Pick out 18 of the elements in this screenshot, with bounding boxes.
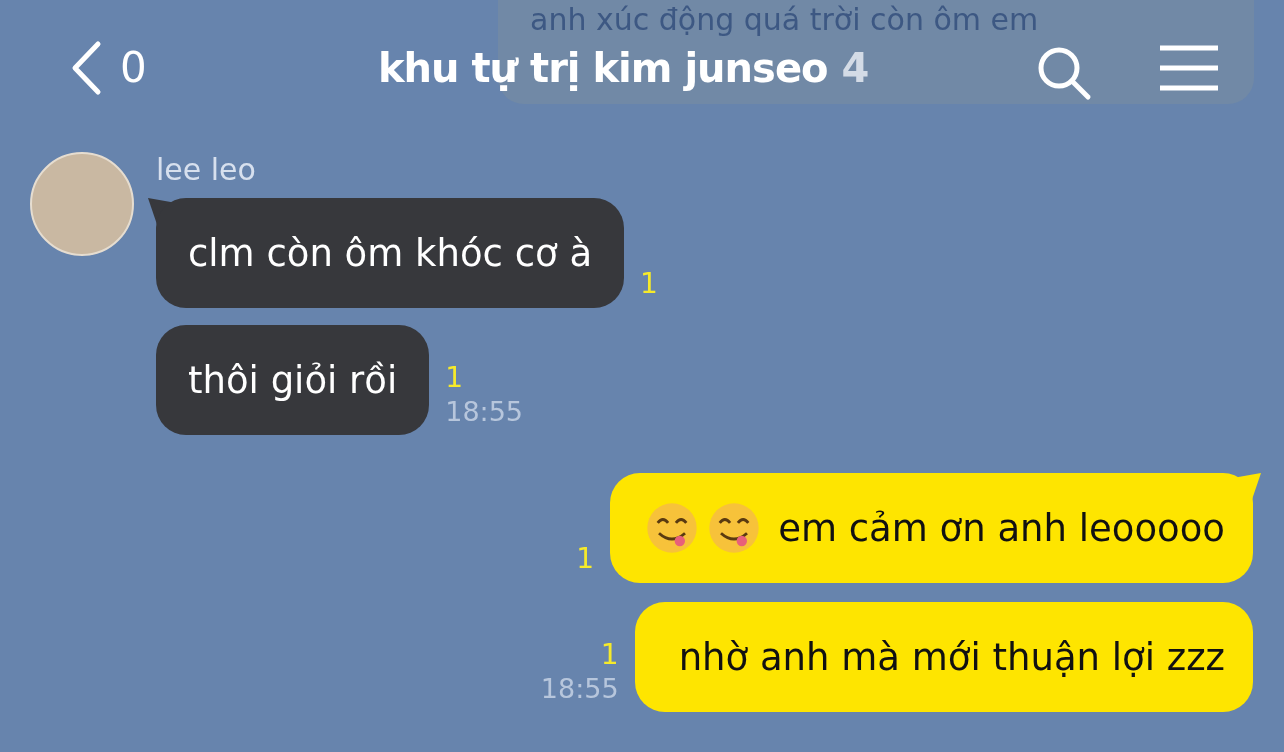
member-count: 4: [841, 44, 870, 91]
unread-count: 1: [600, 638, 619, 671]
unread-count: 1: [640, 267, 658, 300]
back-button[interactable]: 0: [70, 39, 370, 96]
chat-title: khu tự trị kim junseo: [378, 44, 828, 91]
message-bubble: thôi giỏi rồi: [156, 325, 430, 435]
menu-icon[interactable]: [1158, 44, 1220, 91]
sender-name: lee leo: [156, 152, 257, 187]
message-bubble: em cảm ơn anh leooooo: [610, 473, 1253, 583]
message-bubble: clm còn ôm khóc cơ à: [156, 198, 625, 308]
chevron-left-icon: [70, 39, 102, 96]
smiling-face-icon: [646, 502, 699, 554]
timestamp: 18:55: [540, 673, 619, 704]
unread-count: 1: [445, 361, 464, 394]
message-bubble: nhờ anh mà mới thuận lợi zzz: [634, 602, 1253, 712]
unread-count: 1: [576, 542, 595, 575]
timestamp: 18:55: [445, 396, 524, 427]
smiling-face-icon: [708, 502, 761, 554]
